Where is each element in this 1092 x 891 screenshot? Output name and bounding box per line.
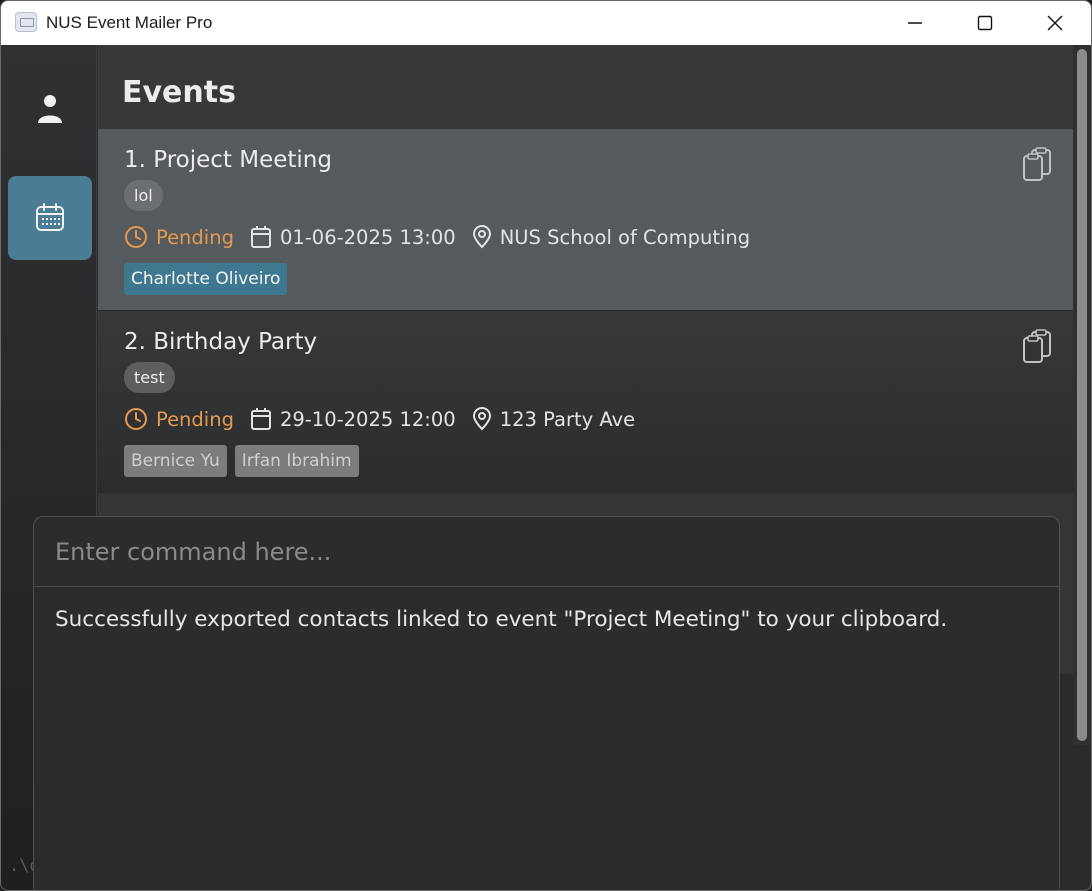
event-datetime-label: 29-10-2025 12:00 [279,407,456,431]
event-datetime: 01-06-2025 13:00 [250,225,456,249]
calendar-small-icon [250,408,271,430]
event-meta: Pending 29-10-2025 12:00 123 Party Ave [124,405,635,433]
command-input[interactable] [34,517,1059,586]
person-icon [38,95,62,123]
close-icon [1047,15,1063,31]
page-title: Events [122,75,236,110]
location-pin-icon [472,407,491,431]
scrollbar-thumb[interactable] [1077,49,1087,741]
command-input-box [34,517,1059,587]
page-header: Events [98,45,1073,129]
event-name: 2. Birthday Party [124,329,318,355]
event-card[interactable]: 2. Birthday Party test Pending 29-10-202… [98,311,1073,492]
clipboard-copy-icon [1023,329,1051,363]
window-title: NUS Event Mailer Pro [46,13,213,32]
event-contacts: Bernice Yu Irfan Ibrahim [124,445,367,477]
clock-icon [125,226,147,248]
event-datetime-label: 01-06-2025 13:00 [279,225,456,249]
event-contacts: Charlotte Oliveiro [124,263,295,295]
calendar-icon [36,203,64,231]
minimize-icon [908,22,922,24]
app-window: NUS Event Mailer Pro Events 1. Project M… [0,0,1092,891]
command-panel: Successfully exported contacts linked to… [33,516,1060,890]
calendar-small-icon [250,226,271,248]
close-button[interactable] [1021,1,1089,45]
event-meta: Pending 01-06-2025 13:00 NUS School of C… [124,223,750,251]
contact-chip: Charlotte Oliveiro [124,263,288,295]
app-logo-icon [15,12,37,32]
contact-chip: Bernice Yu [124,445,227,477]
event-location: 123 Party Ave [472,407,635,431]
event-datetime: 29-10-2025 12:00 [250,407,456,431]
clipboard-copy-icon [1023,147,1051,181]
result-message: Successfully exported contacts linked to… [55,607,948,632]
maximize-icon [977,15,993,31]
sidebar-item-contacts[interactable] [8,67,92,151]
contact-chip: Irfan Ibrahim [234,445,359,477]
maximize-button[interactable] [951,1,1019,45]
event-name: 1. Project Meeting [124,147,332,173]
location-pin-icon [472,225,491,249]
event-status: Pending [124,225,234,249]
sidebar-item-events[interactable] [8,176,92,260]
event-status-label: Pending [156,225,234,249]
copy-contacts-button[interactable] [1022,329,1052,363]
event-location-label: NUS School of Computing [499,225,751,249]
title-bar: NUS Event Mailer Pro [1,1,1091,45]
event-location-label: 123 Party Ave [499,407,636,431]
event-status: Pending [124,407,234,431]
event-status-label: Pending [156,407,234,431]
event-tag: test [124,362,175,393]
minimize-button[interactable] [881,1,949,45]
event-card[interactable]: 1. Project Meeting lol Pending 01-06-202… [98,129,1073,310]
event-location: NUS School of Computing [472,225,750,249]
clock-icon [125,408,147,430]
event-tag: lol [124,180,163,211]
copy-contacts-button[interactable] [1022,147,1052,181]
